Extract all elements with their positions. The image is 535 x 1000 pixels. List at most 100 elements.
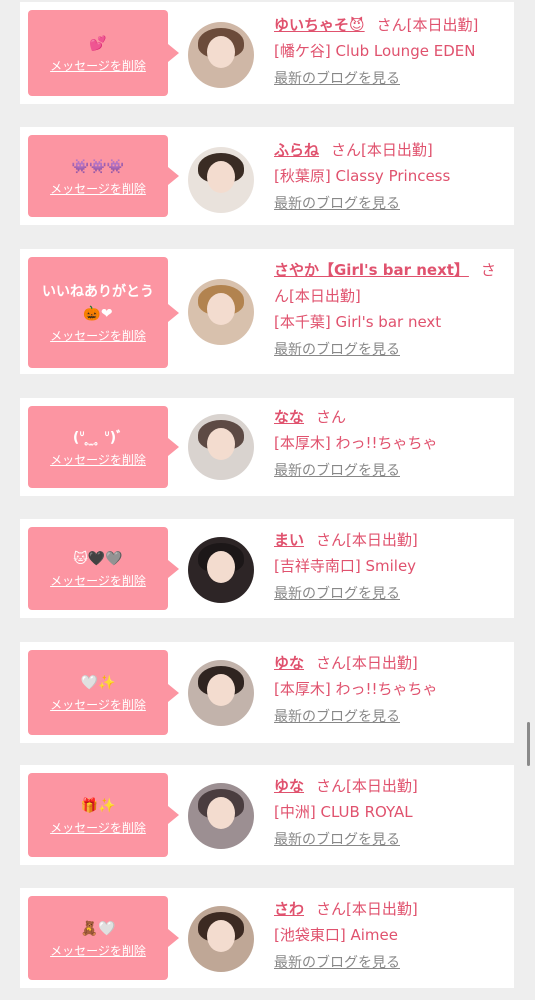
shop-info: [本厚木] わっ!!ちゃちゃ bbox=[274, 680, 438, 698]
latest-blog-link[interactable]: 最新のブログを見る bbox=[274, 68, 504, 90]
message-bubble: 🎁✨ メッセージを削除 bbox=[28, 773, 179, 857]
profile-photo-icon bbox=[207, 36, 235, 68]
title-line: なな さん bbox=[274, 404, 504, 430]
honorific: さん bbox=[316, 777, 347, 795]
profile-info: さやか【Girl's bar next】 さん[本日出勤] [本千葉] Girl's… bbox=[274, 257, 504, 361]
message-text: 🐱🖤🩶 bbox=[73, 551, 123, 567]
cast-name-link[interactable]: なな bbox=[274, 408, 304, 426]
message-bubble: 🧸🤍 メッセージを削除 bbox=[28, 896, 179, 980]
title-line: ふらね さん[本日出勤] bbox=[274, 137, 504, 163]
avatar[interactable] bbox=[188, 22, 254, 88]
honorific: さん bbox=[316, 654, 347, 672]
title-line: ゆな さん[本日出勤] bbox=[274, 650, 504, 676]
message-bubble: (ᐡ ̥ ̫ ̥ ᐡ)ﾞ メッセージを削除 bbox=[28, 406, 179, 488]
attendance-status: [本日出勤] bbox=[346, 900, 418, 918]
shop-info: [中洲] CLUB ROYAL bbox=[274, 803, 413, 821]
title-line: さわ さん[本日出勤] bbox=[274, 896, 504, 922]
cast-name-link[interactable]: さわ bbox=[274, 900, 304, 918]
latest-blog-link[interactable]: 最新のブログを見る bbox=[274, 339, 504, 361]
message-text: (ᐡ ̥ ̫ ̥ ᐡ)ﾞ bbox=[72, 429, 124, 446]
latest-blog-link[interactable]: 最新のブログを見る bbox=[274, 460, 504, 482]
delete-message-link[interactable]: メッセージを削除 bbox=[50, 327, 146, 344]
shop-info: [秋葉原] Classy Princess bbox=[274, 167, 451, 185]
profile-info: ゆな さん[本日出勤] [本厚木] わっ!!ちゃちゃ最新のブログを見る bbox=[274, 650, 504, 728]
avatar[interactable] bbox=[188, 414, 254, 480]
profile-photo-icon bbox=[207, 428, 235, 460]
avatar[interactable] bbox=[188, 147, 254, 213]
message-card: 🐱🖤🩶 メッセージを削除 まい さん[本日出勤] [吉祥寺南口] Smiley 最新のブロ… bbox=[20, 519, 514, 618]
title-line: まい さん[本日出勤] bbox=[274, 527, 504, 553]
delete-message-link[interactable]: メッセージを削除 bbox=[50, 819, 146, 836]
avatar[interactable] bbox=[188, 537, 254, 603]
message-text: いいねありがとう🎃❤ bbox=[42, 284, 154, 322]
honorific: さん bbox=[331, 141, 362, 159]
message-card: 🤍✨ メッセージを削除 ゆな さん[本日出勤] [本厚木] わっ!!ちゃちゃ最新のブログ… bbox=[20, 642, 514, 743]
attendance-status: [本日出勤] bbox=[289, 287, 361, 305]
delete-message-link[interactable]: メッセージを削除 bbox=[50, 696, 146, 713]
shop-info: [本千葉] Girl's bar next bbox=[274, 313, 442, 331]
profile-photo-icon bbox=[207, 797, 235, 829]
avatar[interactable] bbox=[188, 279, 254, 345]
profile-info: さわ さん[本日出勤] [池袋東口] Aimee 最新のブログを見る bbox=[274, 896, 504, 974]
attendance-status: [本日出勤] bbox=[361, 141, 433, 159]
message-card: 🧸🤍 メッセージを削除 さわ さん[本日出勤] [池袋東口] Aimee 最新のブログを見… bbox=[20, 888, 514, 988]
latest-blog-link[interactable]: 最新のブログを見る bbox=[274, 583, 504, 605]
title-line: ゆな さん[本日出勤] bbox=[274, 773, 504, 799]
message-card: 🎁✨ メッセージを削除 ゆな さん[本日出勤] [中洲] CLUB ROYAL 最新のブロ… bbox=[20, 765, 514, 865]
message-bubble: 💕 メッセージを削除 bbox=[28, 10, 179, 96]
message-bubble: 🤍✨ メッセージを削除 bbox=[28, 650, 179, 735]
honorific: さん bbox=[316, 900, 347, 918]
delete-message-link[interactable]: メッセージを削除 bbox=[50, 942, 146, 959]
profile-photo-icon bbox=[207, 674, 235, 706]
avatar[interactable] bbox=[188, 783, 254, 849]
title-line: さやか【Girl's bar next】 さん[本日出勤] bbox=[274, 257, 504, 309]
delete-message-link[interactable]: メッセージを削除 bbox=[50, 572, 146, 589]
profile-info: なな さん [本厚木] わっ!!ちゃちゃ最新のブログを見る bbox=[274, 404, 504, 482]
cast-name-link[interactable]: ゆいちゃそ😈 bbox=[274, 16, 365, 34]
latest-blog-link[interactable]: 最新のブログを見る bbox=[274, 829, 504, 851]
message-text: 🧸🤍 bbox=[80, 920, 116, 937]
message-text: 🎁✨ bbox=[80, 797, 116, 814]
profile-info: ゆな さん[本日出勤] [中洲] CLUB ROYAL 最新のブログを見る bbox=[274, 773, 504, 851]
message-text: 💕 bbox=[89, 35, 107, 52]
profile-info: ふらね さん[本日出勤] [秋葉原] Classy Princess 最新のブログを見… bbox=[274, 137, 504, 215]
shop-info: [本厚木] わっ!!ちゃちゃ bbox=[274, 434, 438, 452]
message-card: (ᐡ ̥ ̫ ̥ ᐡ)ﾞ メッセージを削除 なな さん [本厚木] わっ!!ちゃちゃ最新… bbox=[20, 398, 514, 496]
shop-info: [幡ケ谷] Club Lounge EDEN bbox=[274, 42, 476, 60]
attendance-status: [本日出勤] bbox=[346, 777, 418, 795]
profile-photo-icon bbox=[207, 293, 235, 325]
message-bubble: 👾👾👾 メッセージを削除 bbox=[28, 135, 179, 217]
profile-photo-icon bbox=[207, 920, 235, 952]
cast-name-link[interactable]: ゆな bbox=[274, 777, 304, 795]
profile-photo-icon bbox=[207, 161, 235, 193]
attendance-status: [本日出勤] bbox=[406, 16, 479, 34]
title-line: ゆいちゃそ😈 さん[本日出勤] bbox=[274, 12, 504, 38]
cast-name-link[interactable]: ふらね bbox=[274, 141, 319, 159]
message-card: 👾👾👾 メッセージを削除 ふらね さん[本日出勤] [秋葉原] Classy Princ… bbox=[20, 127, 514, 225]
profile-info: ゆいちゃそ😈 さん[本日出勤] [幡ケ谷] Club Lounge EDEN 最新のブ… bbox=[274, 12, 504, 90]
profile-photo-icon bbox=[207, 551, 235, 583]
message-text: 👾👾👾 bbox=[71, 158, 125, 175]
delete-message-link[interactable]: メッセージを削除 bbox=[50, 57, 146, 74]
shop-info: [吉祥寺南口] Smiley bbox=[274, 557, 417, 575]
message-card: いいねありがとう🎃❤ メッセージを削除 さやか【Girl's bar next】 さん… bbox=[20, 249, 514, 374]
profile-info: まい さん[本日出勤] [吉祥寺南口] Smiley 最新のブログを見る bbox=[274, 527, 504, 605]
honorific: さん bbox=[316, 408, 347, 426]
message-text: 🤍✨ bbox=[80, 675, 116, 691]
delete-message-link[interactable]: メッセージを削除 bbox=[50, 451, 146, 468]
message-bubble: いいねありがとう🎃❤ メッセージを削除 bbox=[28, 257, 179, 368]
latest-blog-link[interactable]: 最新のブログを見る bbox=[274, 706, 504, 728]
cast-name-link[interactable]: まい bbox=[274, 531, 304, 549]
attendance-status: [本日出勤] bbox=[346, 654, 418, 672]
latest-blog-link[interactable]: 最新のブログを見る bbox=[274, 193, 504, 215]
latest-blog-link[interactable]: 最新のブログを見る bbox=[274, 952, 504, 974]
avatar[interactable] bbox=[188, 660, 254, 726]
scrollbar[interactable] bbox=[527, 722, 530, 766]
cast-name-link[interactable]: ゆな bbox=[274, 654, 304, 672]
shop-info: [池袋東口] Aimee bbox=[274, 926, 398, 944]
delete-message-link[interactable]: メッセージを削除 bbox=[50, 180, 146, 197]
honorific: さん bbox=[376, 16, 407, 34]
cast-name-link[interactable]: さやか【Girl's bar next】 bbox=[274, 261, 469, 279]
message-card: 💕 メッセージを削除 ゆいちゃそ😈 さん[本日出勤] [幡ケ谷] Club Lounge… bbox=[20, 2, 514, 104]
avatar[interactable] bbox=[188, 906, 254, 972]
